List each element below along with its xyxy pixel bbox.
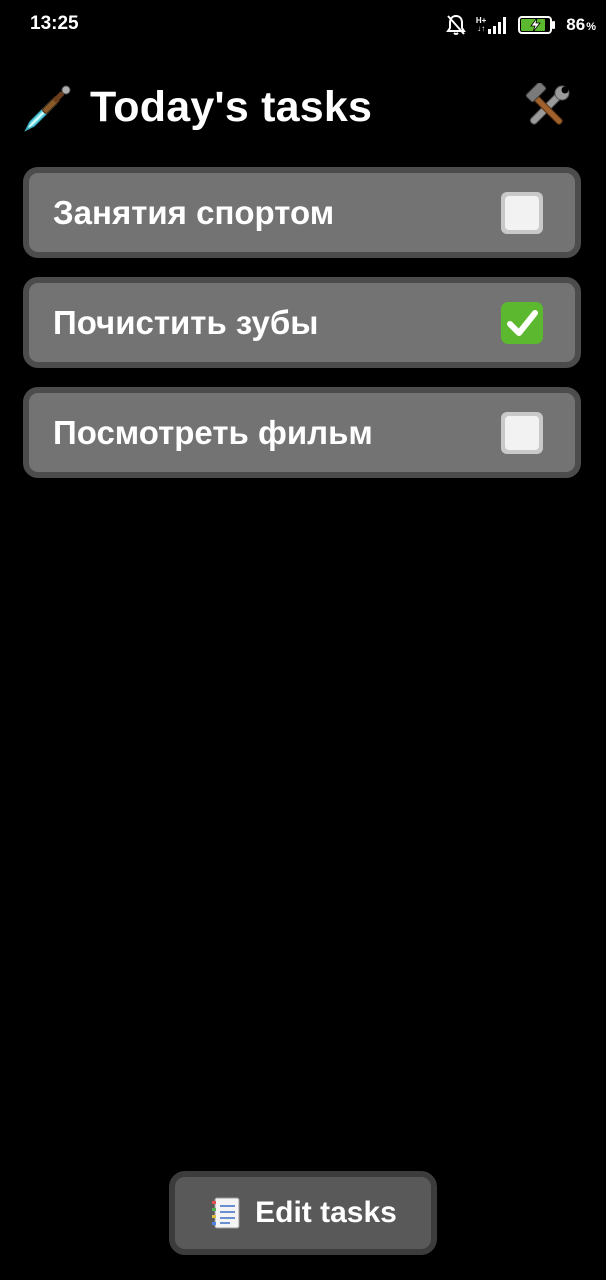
network-type: H+ ↓↑	[476, 17, 486, 33]
task-checkbox[interactable]	[499, 410, 545, 456]
battery-percent-sign: %	[586, 21, 596, 33]
task-list: Занятия спортом Почистить зубы Посмотрет…	[23, 167, 581, 497]
settings-button[interactable]	[522, 83, 572, 133]
task-item[interactable]: Занятия спортом	[23, 167, 581, 258]
page-title: Today's tasks	[90, 82, 373, 131]
task-label: Посмотреть фильм	[53, 414, 373, 451]
white-square-icon	[501, 412, 543, 454]
green-check-icon	[501, 302, 543, 344]
signal-icon	[488, 17, 507, 34]
status-bar: 13:25 H+ ↓↑ 86%	[0, 0, 606, 50]
white-square-icon	[501, 192, 543, 234]
notepad-icon	[212, 1197, 240, 1229]
hammer-and-wrench-icon	[525, 83, 570, 125]
task-checkbox[interactable]	[499, 300, 545, 346]
title-wrap: Today's tasks	[22, 75, 372, 139]
task-label: Занятия спортом	[53, 194, 335, 231]
edit-tasks-button[interactable]: Edit tasks	[169, 1171, 437, 1255]
task-item[interactable]: Посмотреть фильм	[23, 387, 581, 478]
status-icons: H+ ↓↑ 86%	[436, 12, 596, 38]
task-checkbox[interactable]	[499, 190, 545, 236]
status-time: 13:25	[30, 13, 79, 34]
network-arrows-label: ↓↑	[477, 24, 486, 33]
edit-tasks-label: Edit tasks	[255, 1196, 397, 1229]
sword-icon	[24, 85, 71, 132]
bell-muted-icon	[445, 14, 466, 35]
battery-percent-value: 86	[566, 15, 586, 34]
header: Today's tasks	[0, 75, 606, 139]
task-item[interactable]: Почистить зубы	[23, 277, 581, 368]
battery-percent: 86%	[566, 15, 596, 35]
battery-charging-icon	[518, 16, 556, 34]
task-label: Почистить зубы	[53, 304, 319, 341]
